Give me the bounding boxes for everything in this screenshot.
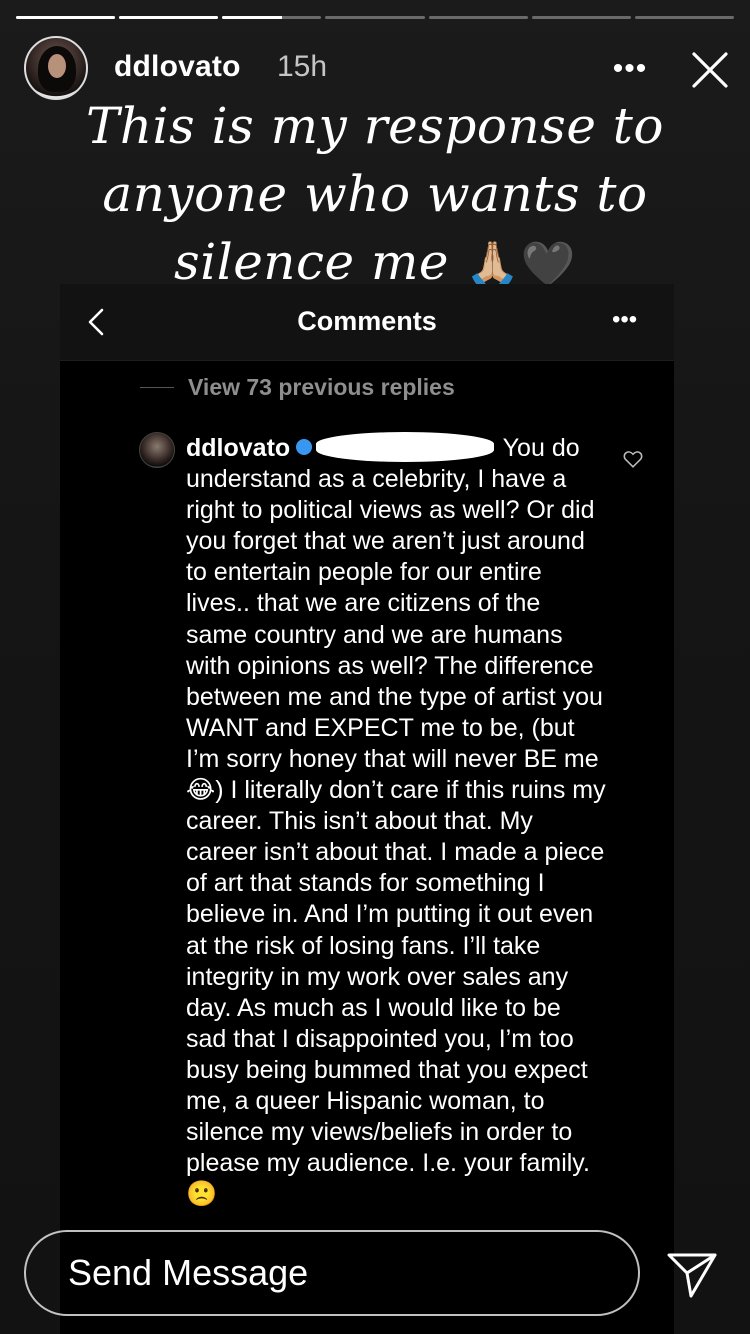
comment-text: ddlovato You do understand as a celebrit… bbox=[186, 432, 606, 1210]
comment-avatar bbox=[139, 432, 175, 468]
progress-segment bbox=[634, 16, 734, 19]
comments-nav-bar: Comments ••• bbox=[60, 284, 674, 361]
progress-segment bbox=[222, 16, 322, 19]
story-username[interactable]: ddlovato bbox=[114, 50, 241, 84]
send-button[interactable] bbox=[664, 1246, 720, 1302]
avatar[interactable] bbox=[24, 36, 88, 100]
more-icon: ••• bbox=[612, 52, 648, 85]
caption-emoji: 🙏🏼🖤 bbox=[465, 239, 576, 290]
story-progress bbox=[16, 16, 734, 20]
story-caption: This is my response to anyone who wants … bbox=[20, 92, 730, 299]
paper-plane-icon bbox=[667, 1253, 717, 1298]
story-time-ago: 15h bbox=[277, 50, 328, 83]
like-comment-button bbox=[622, 448, 644, 470]
progress-segment bbox=[16, 16, 116, 19]
comments-more-icon: ••• bbox=[612, 306, 638, 333]
view-replies-label: View 73 previous replies bbox=[188, 374, 455, 400]
comment-text-body: do understand as a celebrity, I have a r… bbox=[186, 434, 606, 1209]
comment-username: ddlovato bbox=[186, 434, 291, 462]
more-options-button[interactable]: ••• bbox=[612, 52, 648, 85]
progress-segment bbox=[428, 16, 528, 19]
heart-icon bbox=[623, 451, 643, 468]
story-viewer: ddlovato 15h ••• This is my response to … bbox=[0, 0, 750, 1334]
comments-screenshot: Comments ••• View 73 previous replies dd… bbox=[60, 284, 674, 1334]
verified-badge-icon bbox=[296, 439, 313, 455]
progress-segment bbox=[325, 16, 425, 19]
close-button[interactable] bbox=[688, 48, 732, 92]
story-header: ddlovato 15h ••• bbox=[24, 36, 734, 100]
divider bbox=[140, 387, 174, 388]
send-message-input[interactable]: Send Message bbox=[24, 1230, 640, 1316]
comments-title: Comments bbox=[297, 306, 437, 336]
send-message-placeholder: Send Message bbox=[68, 1252, 309, 1293]
caption-text: This is my response to anyone who wants … bbox=[86, 97, 664, 291]
close-icon bbox=[692, 52, 728, 88]
progress-segment bbox=[119, 16, 219, 19]
progress-segment bbox=[531, 16, 631, 19]
comment-text-start: You bbox=[502, 434, 545, 462]
view-previous-replies: View 73 previous replies bbox=[140, 374, 455, 401]
redaction-mark bbox=[316, 432, 495, 462]
